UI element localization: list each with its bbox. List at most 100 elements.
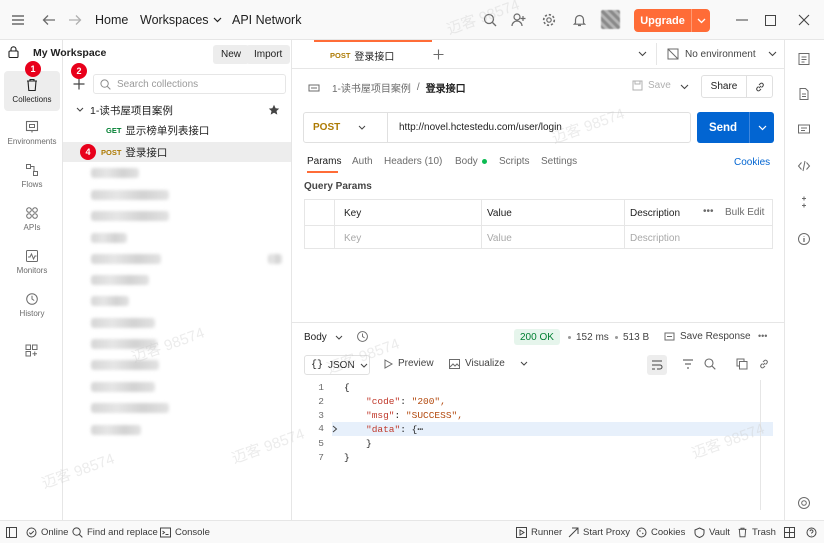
configure-sidebar-icon[interactable] xyxy=(25,344,38,357)
trash-button[interactable]: Trash xyxy=(737,521,776,543)
rail-item-apis[interactable]: APIs xyxy=(4,199,60,239)
document-icon[interactable] xyxy=(797,87,813,103)
chevron-down-icon[interactable] xyxy=(750,125,774,131)
response-body-selector[interactable]: Body xyxy=(304,332,343,343)
response-code-viewer[interactable]: 1 { 2 "code": "200", 3 "msg": "SUCCESS",… xyxy=(292,380,774,510)
share-button[interactable]: Share xyxy=(702,81,746,92)
home-link[interactable]: Home xyxy=(95,13,128,27)
redacted-item[interactable] xyxy=(91,382,155,392)
cookies-link[interactable]: Cookies xyxy=(734,157,770,168)
description-input[interactable]: Description xyxy=(630,233,680,244)
key-input[interactable]: Key xyxy=(344,233,361,244)
environment-selector[interactable]: No environment xyxy=(667,40,777,68)
online-status[interactable]: Online xyxy=(26,521,68,543)
tab-auth[interactable]: Auth xyxy=(352,156,373,167)
bulk-edit-button[interactable]: Bulk Edit xyxy=(725,207,764,218)
close-icon[interactable] xyxy=(796,12,812,28)
redacted-item[interactable] xyxy=(91,190,169,200)
redacted-item[interactable] xyxy=(91,254,161,264)
tab-scripts[interactable]: Scripts xyxy=(499,156,530,167)
redacted-item[interactable] xyxy=(91,339,157,349)
tab-body[interactable]: Body xyxy=(455,156,487,167)
related-collections-icon[interactable] xyxy=(797,195,813,211)
status-badge[interactable]: 200 OK xyxy=(514,329,560,345)
collection-row[interactable]: 1-读书屋项目案例 xyxy=(63,100,291,120)
response-size[interactable]: 513 B xyxy=(623,332,649,343)
rail-item-history[interactable]: History xyxy=(4,285,60,325)
history-icon[interactable] xyxy=(356,330,369,343)
import-button[interactable]: Import xyxy=(246,45,291,64)
start-proxy-button[interactable]: Start Proxy xyxy=(568,521,630,543)
tab-headers[interactable]: Headers (10) xyxy=(384,156,442,167)
redacted-item[interactable] xyxy=(91,360,159,370)
filter-icon[interactable] xyxy=(682,358,694,370)
link-icon[interactable] xyxy=(747,81,772,93)
breadcrumb-request[interactable]: 登录接口 xyxy=(426,80,466,95)
tab-params[interactable]: Params xyxy=(307,156,341,167)
request-row[interactable]: GET 显示榜单列表接口 xyxy=(63,120,291,140)
bell-icon[interactable] xyxy=(571,12,587,28)
tab-settings[interactable]: Settings xyxy=(541,156,577,167)
forward-arrow-icon[interactable] xyxy=(67,12,83,28)
console-button[interactable]: Console xyxy=(160,521,210,543)
redacted-item[interactable] xyxy=(91,275,149,285)
wrap-lines-icon[interactable] xyxy=(647,355,667,375)
api-network-link[interactable]: API Network xyxy=(232,13,301,27)
maximize-icon[interactable] xyxy=(762,12,778,28)
copy-icon[interactable] xyxy=(736,358,748,370)
layout-grid-icon[interactable] xyxy=(784,521,795,543)
link-icon[interactable] xyxy=(758,358,770,370)
rail-item-monitors[interactable]: Monitors xyxy=(4,242,60,282)
new-button[interactable]: New xyxy=(213,45,250,64)
upgrade-button[interactable]: Upgrade xyxy=(634,9,710,32)
minimize-icon[interactable] xyxy=(734,12,750,28)
back-arrow-icon[interactable] xyxy=(41,12,57,28)
redacted-item[interactable] xyxy=(91,168,139,178)
code-line-folded[interactable]: "data": {⋯ xyxy=(332,422,773,436)
redacted-item[interactable] xyxy=(91,403,169,413)
visualize-button[interactable]: Visualize xyxy=(449,358,528,369)
search-icon[interactable] xyxy=(704,358,716,370)
rail-item-collections[interactable]: Collections xyxy=(4,71,60,111)
info-icon[interactable] xyxy=(797,232,813,248)
search-icon[interactable] xyxy=(482,12,498,28)
workspace-name[interactable]: My Workspace xyxy=(31,47,106,59)
save-button[interactable]: Save xyxy=(632,80,671,91)
url-input[interactable]: http://novel.hctestedu.com/user/login xyxy=(388,122,562,133)
format-select[interactable]: {} JSON xyxy=(304,355,370,375)
redacted-item[interactable] xyxy=(91,425,141,435)
star-icon[interactable] xyxy=(268,104,280,116)
toggle-sidebar-icon[interactable] xyxy=(6,521,17,543)
cookies-button[interactable]: Cookies xyxy=(636,521,685,543)
redacted-item[interactable] xyxy=(91,211,169,221)
help-icon[interactable] xyxy=(797,496,813,512)
invite-user-icon[interactable] xyxy=(510,12,526,28)
new-tab-icon[interactable] xyxy=(431,47,445,61)
request-row-selected[interactable]: POST 登录接口 xyxy=(63,142,291,162)
code-icon[interactable] xyxy=(797,159,813,175)
redacted-item[interactable] xyxy=(91,318,155,328)
chevron-down-icon[interactable] xyxy=(692,18,710,24)
breadcrumb-collection[interactable]: 1-读书屋项目案例 xyxy=(332,80,411,95)
settings-gear-icon[interactable] xyxy=(541,12,557,28)
chevron-right-icon[interactable] xyxy=(332,425,340,433)
api-documentation-icon[interactable] xyxy=(797,52,813,68)
send-button[interactable]: Send xyxy=(697,122,749,134)
comments-icon[interactable] xyxy=(797,123,813,139)
find-replace-button[interactable]: Find and replace xyxy=(72,521,158,543)
more-options-icon[interactable]: ••• xyxy=(703,206,714,217)
runner-button[interactable]: Runner xyxy=(516,521,562,543)
help-circle-icon[interactable] xyxy=(806,521,817,543)
response-time[interactable]: 152 ms xyxy=(576,332,609,343)
redacted-item[interactable] xyxy=(91,296,129,306)
scrollbar-track[interactable] xyxy=(760,380,761,510)
more-options-icon[interactable]: ••• xyxy=(758,331,767,341)
redacted-item[interactable] xyxy=(91,233,127,243)
request-tab[interactable]: POST 登录接口 xyxy=(314,40,432,69)
workspaces-menu[interactable]: Workspaces xyxy=(140,13,222,27)
chevron-down-icon[interactable] xyxy=(678,82,690,92)
vault-button[interactable]: Vault xyxy=(694,521,730,543)
chevron-down-icon[interactable] xyxy=(636,48,648,60)
search-input[interactable]: Search collections xyxy=(93,74,286,94)
rail-item-flows[interactable]: Flows xyxy=(4,156,60,196)
